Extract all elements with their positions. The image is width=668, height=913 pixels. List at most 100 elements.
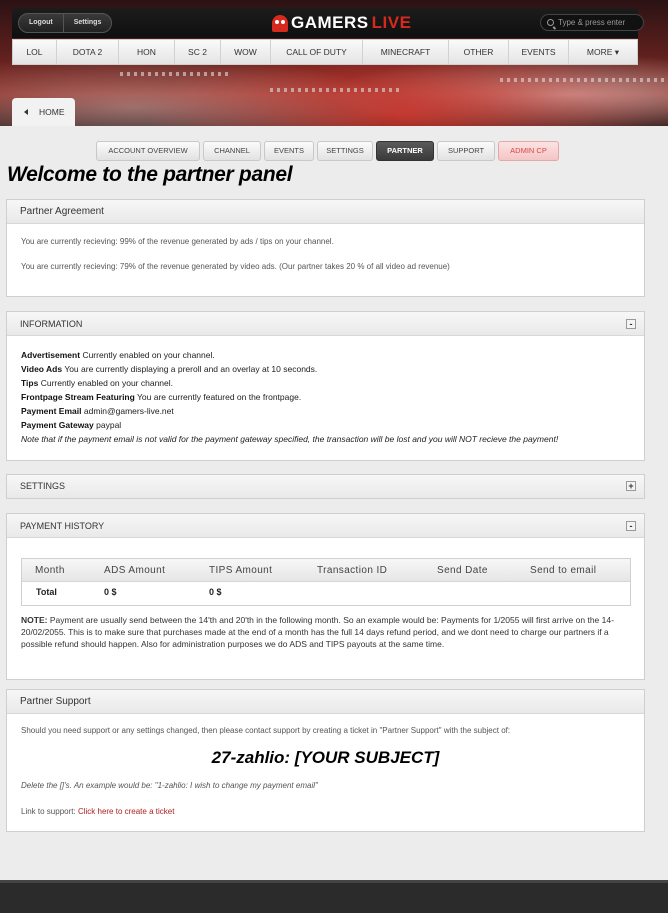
info-label: Payment Gateway	[21, 420, 94, 430]
settings-link[interactable]: Settings	[62, 14, 112, 32]
table-cell	[317, 582, 437, 605]
video-ads-revenue-text: You are currently recieving: 79% of the …	[21, 262, 450, 271]
column-header: Month	[35, 565, 65, 576]
panel-title: SETTINGS	[20, 481, 66, 491]
ticket-subject: 27-zahlio: [YOUR SUBJECT]	[211, 748, 440, 767]
info-row: Payment Email admin@gamers-live.net	[21, 404, 630, 418]
info-label: Tips	[21, 378, 39, 388]
note-text: Payment are usually send between the 14'…	[21, 615, 614, 649]
info-row: Payment Gateway paypal	[21, 418, 630, 432]
tab-admin-cp[interactable]: ADMIN CP	[498, 141, 559, 161]
tab-events[interactable]: EVENTS	[264, 141, 314, 161]
payment-history-panel: PAYMENT HISTORY - Month ADS Amount TIPS …	[6, 513, 645, 680]
create-ticket-link[interactable]: Click here to create a ticket	[78, 807, 174, 816]
arrow-left-icon	[24, 109, 28, 115]
ads-revenue-text: You are currently recieving: 99% of the …	[21, 237, 334, 246]
table-header: Month ADS Amount TIPS Amount Transaction…	[22, 559, 630, 582]
payment-history-table: Month ADS Amount TIPS Amount Transaction…	[21, 558, 631, 606]
support-intro: Should you need support or any settings …	[21, 726, 511, 735]
tab-settings[interactable]: SETTINGS	[317, 141, 373, 161]
home-button[interactable]: HOME	[12, 98, 75, 126]
tab-support[interactable]: SUPPORT	[437, 141, 495, 161]
search-icon	[547, 19, 554, 26]
panel-tabs: ACCOUNT OVERVIEW CHANNEL EVENTS SETTINGS…	[96, 141, 559, 161]
column-header: TIPS Amount	[209, 565, 273, 576]
payment-note: NOTE: Payment are usually send between t…	[21, 614, 630, 650]
table-cell	[530, 582, 630, 605]
nav-hon[interactable]: HON	[119, 40, 175, 64]
panel-header[interactable]: SETTINGS +	[7, 475, 644, 498]
info-label: Advertisement	[21, 350, 81, 360]
site-logo[interactable]: GAMERS LIVE	[272, 12, 411, 34]
info-row: Advertisement Currently enabled on your …	[21, 348, 630, 362]
search-input[interactable]	[558, 18, 638, 27]
column-header: Transaction ID	[317, 565, 388, 576]
nav-sc2[interactable]: SC 2	[175, 40, 221, 64]
panel-header: PAYMENT HISTORY -	[7, 514, 644, 538]
info-value: admin@gamers-live.net	[83, 406, 174, 416]
subject-example: Delete the []'s. An example would be: "1…	[21, 781, 318, 790]
tab-account-overview[interactable]: ACCOUNT OVERVIEW	[96, 141, 200, 161]
info-value: Currently enabled on your channel.	[40, 378, 174, 388]
nav-lol[interactable]: LOL	[13, 40, 57, 64]
collapse-icon[interactable]: -	[626, 521, 636, 531]
support-link-label: Link to support:	[21, 807, 76, 816]
stage-truss	[270, 88, 400, 92]
info-value: Currently enabled on your channel.	[82, 350, 215, 360]
settings-panel: SETTINGS +	[6, 474, 645, 499]
top-bar: Logout Settings GAMERS LIVE	[12, 8, 644, 38]
partner-support-panel: Partner Support Should you need support …	[6, 689, 645, 832]
information-panel: INFORMATION - Advertisement Currently en…	[6, 311, 645, 461]
tab-channel[interactable]: CHANNEL	[203, 141, 261, 161]
info-row: Video Ads You are currently displaying a…	[21, 362, 630, 376]
nav-minecraft[interactable]: MINECRAFT	[363, 40, 449, 64]
info-label: Frontpage Stream Featuring	[21, 392, 135, 402]
info-row: Frontpage Stream Featuring You are curre…	[21, 390, 630, 404]
stage-truss	[120, 72, 230, 76]
table-cell: 0 $	[104, 587, 117, 597]
panel-title: INFORMATION	[20, 319, 83, 329]
nav-other[interactable]: OTHER	[449, 40, 509, 64]
nav-call-of-duty[interactable]: CALL OF DUTY	[271, 40, 363, 64]
search-box	[540, 14, 644, 31]
tab-partner[interactable]: PARTNER	[376, 141, 434, 161]
home-label: HOME	[39, 107, 65, 117]
info-value: You are currently displaying a preroll a…	[64, 364, 318, 374]
collapse-icon[interactable]: -	[626, 319, 636, 329]
main-nav: LOL DOTA 2 HON SC 2 WOW CALL OF DUTY MIN…	[12, 39, 638, 65]
nav-more[interactable]: MORE ▾	[569, 40, 637, 64]
nav-events[interactable]: EVENTS	[509, 40, 569, 64]
logo-text-live: LIVE	[371, 13, 412, 32]
info-value: You are currently featured on the frontp…	[137, 392, 302, 402]
info-value: paypal	[96, 420, 122, 430]
table-row: Total 0 $ 0 $	[22, 582, 630, 605]
info-label: Video Ads	[21, 364, 63, 374]
panel-header: Partner Support	[7, 690, 644, 714]
nav-dota2[interactable]: DOTA 2	[57, 40, 119, 64]
page-title: Welcome to the partner panel	[7, 163, 293, 186]
info-label: Payment Email	[21, 406, 82, 416]
ghost-logo-icon	[272, 14, 288, 32]
support-link-row: Link to support: Click here to create a …	[21, 806, 630, 818]
nav-more-label: MORE	[586, 47, 613, 57]
table-cell	[437, 582, 530, 605]
note-label: NOTE:	[21, 615, 48, 625]
expand-icon[interactable]: +	[626, 481, 636, 491]
logout-link[interactable]: Logout	[19, 14, 63, 32]
column-header: ADS Amount	[104, 565, 166, 576]
info-row: Tips Currently enabled on your channel.	[21, 376, 630, 390]
nav-wow[interactable]: WOW	[221, 40, 271, 64]
site-header: Logout Settings GAMERS LIVE LOL DOTA 2 H…	[0, 0, 668, 126]
partner-agreement-panel: Partner Agreement You are currently reci…	[6, 199, 645, 297]
site-footer	[0, 880, 668, 913]
panel-header: Partner Agreement	[7, 200, 644, 224]
column-header: Send Date	[437, 565, 488, 576]
table-cell: Total	[36, 587, 57, 597]
account-links: Logout Settings	[18, 13, 113, 33]
panel-title: PAYMENT HISTORY	[20, 521, 105, 531]
stage-truss	[500, 78, 668, 82]
logo-text-gamers: GAMERS	[291, 13, 369, 32]
caret-down-icon: ▾	[614, 47, 620, 57]
panel-header: INFORMATION -	[7, 312, 644, 336]
table-cell: 0 $	[209, 587, 222, 597]
